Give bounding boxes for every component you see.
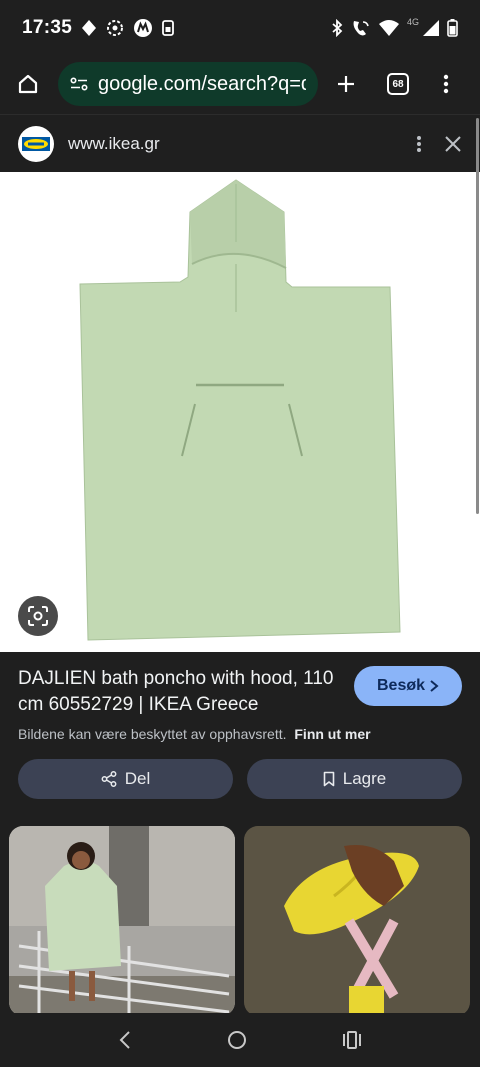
more-vert-icon[interactable] <box>430 68 462 100</box>
site-name[interactable]: www.ikea.gr <box>68 134 160 154</box>
wifi-icon <box>378 20 399 36</box>
image-sheet-header: www.ikea.gr <box>0 114 480 172</box>
product-image[interactable] <box>0 172 480 652</box>
poncho-illustration <box>79 179 401 641</box>
tab-count: 68 <box>387 73 409 95</box>
copyright-notice: Bildene kan være beskyttet av opphavsret… <box>18 726 462 742</box>
status-time: 17:35 <box>22 17 73 38</box>
site-info-icon[interactable] <box>70 77 88 91</box>
bookmark-icon <box>323 771 335 787</box>
tabs-button[interactable]: 68 <box>382 68 414 100</box>
save-label: Lagre <box>342 769 387 788</box>
address-bar[interactable]: google.com/search?q=d <box>58 62 318 106</box>
wifi-calling-icon <box>351 19 371 37</box>
signal-icon <box>423 20 439 36</box>
url-text: google.com/search?q=d <box>98 72 306 95</box>
share-label: Del <box>124 769 151 788</box>
battery-icon <box>447 19 458 37</box>
share-button[interactable]: Del <box>18 759 233 799</box>
related-images <box>9 826 471 1016</box>
recents-icon[interactable] <box>342 1031 362 1049</box>
action-buttons: Del Lagre <box>18 759 462 799</box>
related-image-2[interactable] <box>244 826 470 1016</box>
navigation-icon <box>82 20 97 36</box>
result-title[interactable]: DAJLIEN bath poncho with hood, 110 cm 60… <box>18 666 338 718</box>
browser-toolbar: google.com/search?q=d 68 <box>0 56 480 112</box>
close-icon[interactable] <box>444 135 462 153</box>
scrollbar[interactable] <box>476 118 479 514</box>
system-nav-bar <box>0 1013 480 1067</box>
copyright-text: Bildene kan være beskyttet av opphavsret… <box>18 726 287 742</box>
result-info: DAJLIEN bath poncho with hood, 110 cm 60… <box>0 652 480 742</box>
related-image-1[interactable] <box>9 826 235 1016</box>
motorola-icon <box>134 19 153 37</box>
sim-icon <box>162 20 175 36</box>
ikea-logo-icon <box>18 125 54 162</box>
chevron-right-icon <box>430 680 439 692</box>
share-icon <box>101 771 117 787</box>
bluetooth-icon <box>331 19 343 37</box>
visit-button[interactable]: Besøk <box>354 666 462 706</box>
back-icon[interactable] <box>118 1030 132 1050</box>
network-type: 4G <box>406 17 419 27</box>
more-vert-icon[interactable] <box>416 135 422 153</box>
settings-icon <box>106 19 124 37</box>
home-nav-icon[interactable] <box>227 1030 247 1050</box>
visit-label: Besøk <box>376 677 426 694</box>
status-bar: 17:35 4G <box>0 0 480 56</box>
learn-more-link[interactable]: Finn ut mer <box>294 726 370 742</box>
save-button[interactable]: Lagre <box>247 759 462 799</box>
home-icon[interactable] <box>12 68 44 100</box>
new-tab-icon[interactable] <box>330 68 362 100</box>
lens-search-icon[interactable] <box>18 596 58 636</box>
